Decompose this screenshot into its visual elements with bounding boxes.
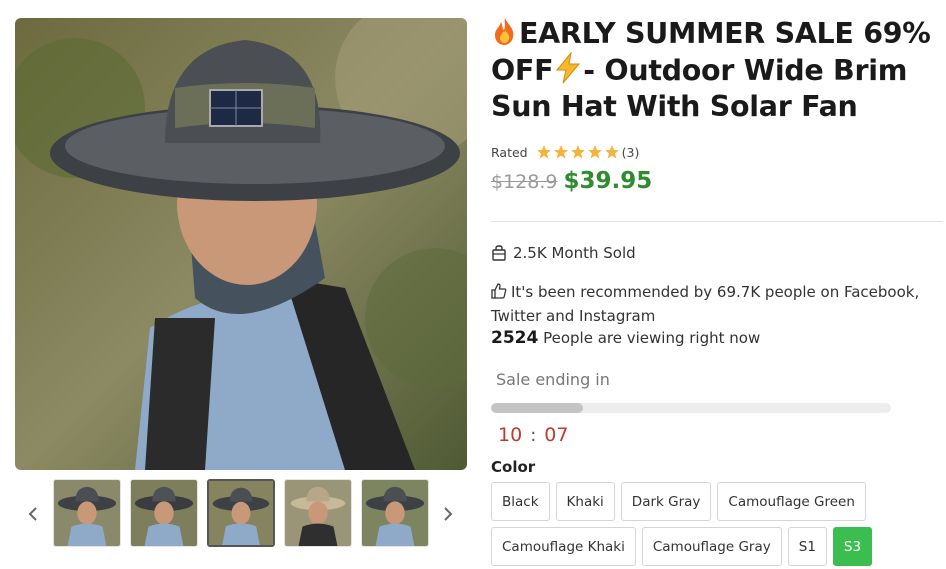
rating-count[interactable]: (3) [622, 145, 640, 160]
countdown-seconds: 07 [544, 424, 569, 446]
month-sold-text: 2.5K Month Sold [513, 244, 636, 262]
sale-progress-bar [491, 403, 891, 413]
product-info: EARLY SUMMER SALE 69% OFF - Outdoor Wide… [491, 16, 943, 566]
viewers-count: 2524 [491, 328, 539, 348]
star-rating [536, 144, 620, 160]
star-icon [587, 145, 602, 159]
viewers-text: People are viewing right now [543, 329, 761, 347]
fire-emoji-icon [495, 18, 514, 45]
product-title: EARLY SUMMER SALE 69% OFF - Outdoor Wide… [491, 16, 943, 124]
thumbnail-strip [53, 479, 429, 547]
viewers-line: 2524 People are viewing right now [491, 328, 760, 348]
sale-ending-label: Sale ending in [496, 370, 610, 389]
lightning-emoji-icon [556, 51, 581, 84]
original-price: $128.9 [491, 171, 558, 193]
color-option-black[interactable]: Black [491, 482, 550, 521]
sale-price: $39.95 [563, 168, 653, 194]
countdown-separator: : [530, 424, 537, 446]
color-option-dark-gray[interactable]: Dark Gray [620, 482, 712, 521]
color-option-s1[interactable]: S1 [787, 527, 827, 566]
thumbnail-5[interactable] [361, 479, 429, 547]
recommend-text: It's been recommended by 69.7K people on… [491, 283, 920, 325]
thumbnail-3[interactable] [207, 479, 275, 547]
price-row: $128.9 $39.95 [491, 168, 652, 194]
color-option-khaki[interactable]: Khaki [555, 482, 615, 521]
star-icon [536, 145, 551, 159]
rating-row: Rated (3) [491, 144, 639, 160]
star-icon [604, 145, 619, 159]
star-icon [553, 145, 568, 159]
countdown-timer: 10 : 07 [498, 424, 568, 446]
chevron-left-icon[interactable] [21, 500, 45, 528]
countdown-minutes: 10 [498, 424, 523, 446]
thumbs-up-icon [491, 283, 507, 299]
chevron-right-icon[interactable] [436, 500, 460, 528]
thumbnail-2[interactable] [130, 479, 198, 547]
color-option-s3[interactable]: S3 [832, 527, 873, 566]
main-product-image[interactable] [15, 18, 467, 470]
divider [491, 221, 943, 222]
sale-progress-fill [491, 403, 583, 413]
month-sold-line: 2.5K Month Sold [491, 244, 636, 262]
star-icon [570, 145, 585, 159]
thumbnail-1[interactable] [53, 479, 121, 547]
color-label: Color [491, 458, 536, 476]
recommend-line: It's been recommended by 69.7K people on… [491, 280, 943, 328]
thumbnail-4[interactable] [284, 479, 352, 547]
rated-label: Rated [491, 144, 528, 160]
shopping-bag-icon [492, 245, 506, 261]
color-option-camouflage-green[interactable]: Camouflage Green [717, 482, 866, 521]
color-option-camouflage-khaki[interactable]: Camouflage Khaki [491, 527, 636, 566]
color-options: Black Khaki Dark Gray Camouflage Green Camou… [491, 482, 943, 566]
color-option-camouflage-gray[interactable]: Camouflage Gray [641, 527, 782, 566]
